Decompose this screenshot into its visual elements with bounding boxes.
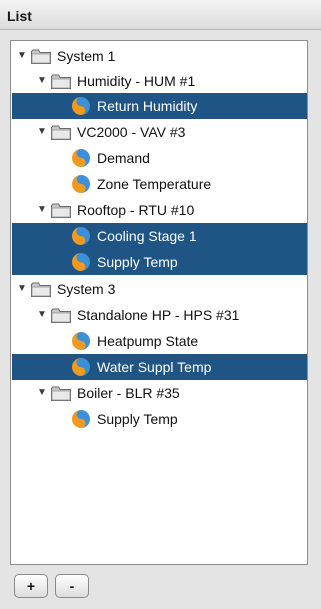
tree-leaf-label: Cooling Stage 1 xyxy=(97,228,197,244)
panel-header: List xyxy=(0,0,321,30)
tree-node-standalone-hp-hps-31[interactable]: ▼ Standalone HP - HPS #31 xyxy=(12,302,307,328)
folder-icon xyxy=(51,74,71,89)
tree-leaf-label: Water Suppl Temp xyxy=(97,359,212,375)
expand-arrow-icon[interactable]: ▼ xyxy=(16,276,28,302)
tree-leaf-label: Supply Temp xyxy=(97,254,178,270)
tree-node-label: VC2000 - VAV #3 xyxy=(77,124,186,140)
tree-leaf-supply-temp[interactable]: Supply Temp xyxy=(12,249,307,275)
tree-node-label: Boiler - BLR #35 xyxy=(77,385,180,401)
tree-node-label: System 3 xyxy=(57,281,116,297)
expand-arrow-icon[interactable]: ▼ xyxy=(36,197,48,223)
expand-arrow-icon[interactable]: ▼ xyxy=(36,302,48,328)
tree-node-label: Standalone HP - HPS #31 xyxy=(77,307,240,323)
tree-node-vc2000-vav-3[interactable]: ▼ VC2000 - VAV #3 xyxy=(12,119,307,145)
sensor-point-icon xyxy=(71,409,91,429)
tree-leaf-zone-temperature[interactable]: Zone Temperature xyxy=(12,171,307,197)
tree-node-label: System 1 xyxy=(57,48,116,64)
tree-node-rooftop-rtu-10[interactable]: ▼ Rooftop - RTU #10 xyxy=(12,197,307,223)
folder-icon xyxy=(51,203,71,218)
tree-leaf-water-suppl-temp[interactable]: Water Suppl Temp xyxy=(12,354,307,380)
button-bar: + - xyxy=(0,568,321,609)
tree-leaf-label: Heatpump State xyxy=(97,333,199,349)
expand-arrow-icon[interactable]: ▼ xyxy=(36,68,48,94)
folder-icon xyxy=(51,386,71,401)
expand-arrow-icon[interactable]: ▼ xyxy=(16,43,28,69)
tree-node-label: Humidity - HUM #1 xyxy=(77,73,196,89)
sensor-point-icon xyxy=(71,226,91,246)
tree-leaf-label: Zone Temperature xyxy=(97,176,212,192)
tree-leaf-label: Return Humidity xyxy=(97,98,198,114)
tree-leaf-demand[interactable]: Demand xyxy=(12,145,307,171)
sensor-point-icon xyxy=(71,148,91,168)
sensor-point-icon xyxy=(71,331,91,351)
tree-node-system-3[interactable]: ▼ System 3 xyxy=(12,276,307,302)
sensor-point-icon xyxy=(71,252,91,272)
tree-leaf-label: Demand xyxy=(97,150,150,166)
tree-leaf-return-humidity[interactable]: Return Humidity xyxy=(12,93,307,119)
add-button[interactable]: + xyxy=(14,574,48,598)
sensor-point-icon xyxy=(71,96,91,116)
tree-leaf-heatpump-state[interactable]: Heatpump State xyxy=(12,328,307,354)
expand-arrow-icon[interactable]: ▼ xyxy=(36,119,48,145)
folder-icon xyxy=(51,125,71,140)
folder-icon xyxy=(51,308,71,323)
panel-title: List xyxy=(7,8,32,24)
tree-view[interactable]: ▼ System 1 ▼ Humidity - HUM #1 Return Hu… xyxy=(10,40,308,565)
expand-arrow-icon[interactable]: ▼ xyxy=(36,380,48,406)
tree-node-label: Rooftop - RTU #10 xyxy=(77,202,195,218)
folder-icon xyxy=(31,49,51,64)
tree-node-boiler-blr-35[interactable]: ▼ Boiler - BLR #35 xyxy=(12,380,307,406)
tree-leaf-boiler-supply-temp[interactable]: Supply Temp xyxy=(12,406,307,432)
sensor-point-icon xyxy=(71,174,91,194)
folder-icon xyxy=(31,282,51,297)
sensor-point-icon xyxy=(71,357,91,377)
tree-leaf-cooling-stage-1[interactable]: Cooling Stage 1 xyxy=(12,223,307,249)
tree-node-system-1[interactable]: ▼ System 1 xyxy=(12,43,307,69)
remove-button[interactable]: - xyxy=(55,574,89,598)
tree-leaf-label: Supply Temp xyxy=(97,411,178,427)
tree-node-humidity-hum-1[interactable]: ▼ Humidity - HUM #1 xyxy=(12,68,307,94)
